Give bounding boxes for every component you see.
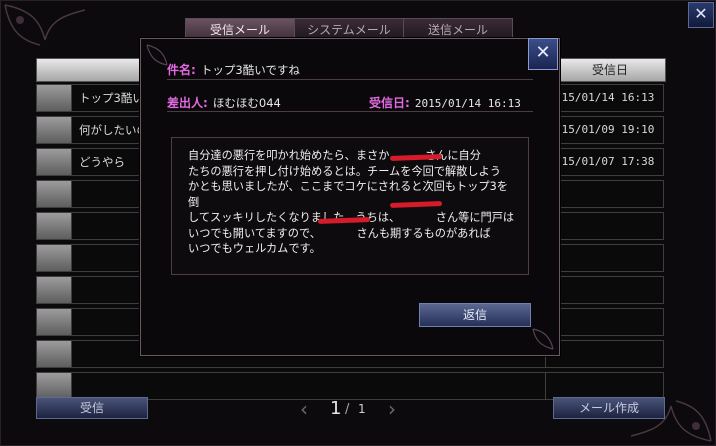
divider [167,79,533,80]
received-label: 受信日: [369,96,410,110]
divider [167,111,533,112]
column-header-date[interactable]: 受信日 [565,59,655,81]
row-checkbox[interactable] [37,149,72,175]
row-checkbox[interactable] [37,181,72,207]
page-current: 1 [330,398,342,419]
row-checkbox[interactable] [37,277,72,303]
subject-row: 件名: トップ3酷いですね [167,59,300,78]
page-total: 1 [358,402,366,416]
row-date: 015/01/09 19:10 [555,123,655,136]
chevron-left-icon[interactable]: ‹ [300,398,308,420]
received-value: 2015/01/14 16:13 [414,97,521,110]
row-subject: どうやら [79,155,125,169]
sender-value: ほむほむ044 [212,96,281,110]
subject-value: トップ3酷いですね [200,63,300,77]
row-subject: トップ3酷い [79,91,144,105]
chevron-right-icon[interactable]: › [388,398,396,420]
sender-row: 差出人: ほむほむ044 [167,92,281,111]
page-separator: / [345,402,350,417]
row-checkbox[interactable] [37,309,72,335]
row-checkbox[interactable] [37,341,72,367]
message-body: 自分達の悪行を叩かれ始めたら、まさか さんに自分 たちの悪行を押し付け始めるとは… [188,149,515,255]
row-date: 015/01/07 17:38 [555,155,655,168]
pagination: ‹ 1 / 1 › [300,398,410,420]
sender-label: 差出人: [167,96,208,110]
receive-button[interactable]: 受信 [36,397,148,419]
message-body-box: 自分達の悪行を叩かれ始めたら、まさか さんに自分 たちの悪行を押し付け始めるとは… [171,137,529,275]
window-close-icon[interactable]: ✕ [688,2,714,28]
row-checkbox[interactable] [37,85,72,111]
row-date: 015/01/14 16:13 [555,91,655,104]
mail-detail-dialog: 件名: トップ3酷いですね 差出人: ほむほむ044 受信日: 2015/01/… [140,38,560,356]
table-row[interactable] [36,372,664,400]
received-row: 受信日: 2015/01/14 16:13 [369,92,521,111]
row-checkbox[interactable] [37,213,72,239]
row-checkbox[interactable] [37,373,72,399]
row-checkbox[interactable] [37,245,72,271]
ornament-icon [146,44,168,66]
compose-button[interactable]: メール作成 [553,397,665,419]
close-icon[interactable]: ✕ [528,38,558,70]
row-subject: 何がしたいの [79,123,148,137]
column-divider [545,373,546,399]
ornament-icon [532,328,554,350]
row-checkbox[interactable] [37,117,72,143]
